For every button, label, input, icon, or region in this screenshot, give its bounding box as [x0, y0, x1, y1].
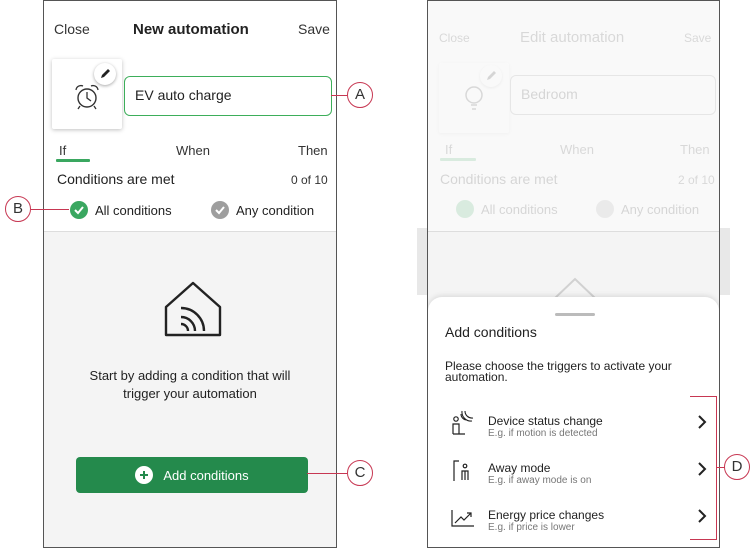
condition-option-away-mode[interactable]: Away mode E.g. if away mode is on — [428, 457, 719, 501]
option-subtitle: E.g. if motion is detected — [488, 428, 598, 439]
save-button[interactable]: Save — [298, 21, 330, 37]
close-button[interactable]: Close — [54, 21, 90, 37]
option-subtitle: E.g. if away mode is on — [488, 475, 592, 486]
backdrop-strip-left — [417, 228, 427, 295]
sheet-title: Add conditions — [445, 324, 537, 340]
condition-option-energy-price[interactable]: Energy price changes E.g. if price is lo… — [428, 504, 719, 547]
away-mode-icon — [453, 460, 469, 481]
add-conditions-button[interactable]: Add conditions — [76, 457, 308, 493]
callout-c-line — [307, 473, 347, 475]
home-signal-icon — [164, 281, 222, 337]
edit-icon-button[interactable] — [94, 63, 116, 85]
all-conditions-option[interactable]: All conditions — [70, 201, 172, 219]
conditions-label: Conditions are met — [440, 171, 558, 187]
energy-price-icon — [451, 510, 474, 527]
option-subtitle: E.g. if price is lower — [488, 522, 575, 533]
check-circle-icon — [70, 201, 88, 219]
pencil-icon — [487, 71, 496, 80]
automation-name-input[interactable]: Bedroom — [510, 75, 716, 115]
callout-b-line — [31, 209, 69, 211]
empty-state-message-line-1: Start by adding a condition that will — [89, 368, 291, 383]
empty-state-message-line-2: trigger your automation — [123, 386, 257, 401]
sheet-drag-handle[interactable] — [555, 313, 595, 316]
active-tab-indicator — [440, 158, 476, 161]
tab-then[interactable]: Then — [680, 142, 710, 157]
device-status-icon — [452, 410, 474, 435]
header-divider — [428, 231, 719, 232]
all-conditions-option[interactable]: All conditions — [456, 200, 558, 218]
any-condition-label: Any condition — [621, 201, 700, 217]
backdrop-strip-right — [720, 228, 730, 295]
edit-automation-screen: Close Edit automation Save Bedroom If Wh… — [427, 0, 720, 548]
page-title: New automation — [133, 21, 249, 38]
any-condition-option[interactable]: Any condition — [211, 201, 314, 219]
callout-c: C — [347, 460, 373, 486]
check-circle-icon — [456, 200, 474, 218]
new-automation-screen: Close New automation Save EV auto charge… — [43, 0, 337, 548]
close-button[interactable]: Close — [439, 31, 470, 45]
automation-header-panel: Close New automation Save EV auto charge… — [44, 1, 336, 231]
add-conditions-sheet: Add conditions Please choose the trigger… — [428, 297, 719, 547]
callout-d: D — [724, 454, 750, 480]
active-tab-indicator — [56, 159, 90, 162]
check-circle-icon — [211, 201, 229, 219]
check-circle-icon — [596, 200, 614, 218]
automation-header-panel: Close Edit automation Save Bedroom If Wh… — [428, 1, 719, 231]
condition-option-device-status[interactable]: Device status change E.g. if motion is d… — [428, 410, 719, 454]
option-title: Energy price changes — [488, 508, 605, 522]
any-condition-option[interactable]: Any condition — [596, 200, 699, 218]
pencil-icon — [101, 69, 110, 78]
option-title: Device status change — [488, 414, 603, 428]
tab-then[interactable]: Then — [298, 143, 328, 158]
any-condition-label: Any condition — [236, 202, 315, 218]
save-button[interactable]: Save — [684, 31, 711, 45]
tab-if[interactable]: If — [445, 142, 452, 157]
sheet-description: Please choose the triggers to activate y… — [445, 359, 672, 384]
tab-when[interactable]: When — [560, 142, 594, 157]
option-title: Away mode — [488, 461, 551, 475]
conditions-count: 2 of 10 — [678, 173, 715, 187]
callout-a: A — [347, 82, 373, 108]
header-divider — [44, 231, 336, 232]
add-conditions-label: Add conditions — [163, 467, 249, 483]
page-title: Edit automation — [520, 29, 625, 46]
conditions-label: Conditions are met — [57, 171, 175, 187]
all-conditions-label: All conditions — [95, 202, 172, 218]
callout-b: B — [5, 196, 31, 222]
callout-d-bracket — [690, 396, 717, 540]
tab-when[interactable]: When — [176, 143, 210, 158]
callout-a-line — [331, 95, 347, 97]
edit-icon-button[interactable] — [480, 65, 502, 87]
conditions-count: 0 of 10 — [291, 173, 328, 187]
automation-name-input[interactable]: EV auto charge — [124, 76, 332, 116]
all-conditions-label: All conditions — [481, 201, 558, 217]
plus-circle-icon — [135, 466, 154, 484]
tab-if[interactable]: If — [59, 143, 66, 158]
